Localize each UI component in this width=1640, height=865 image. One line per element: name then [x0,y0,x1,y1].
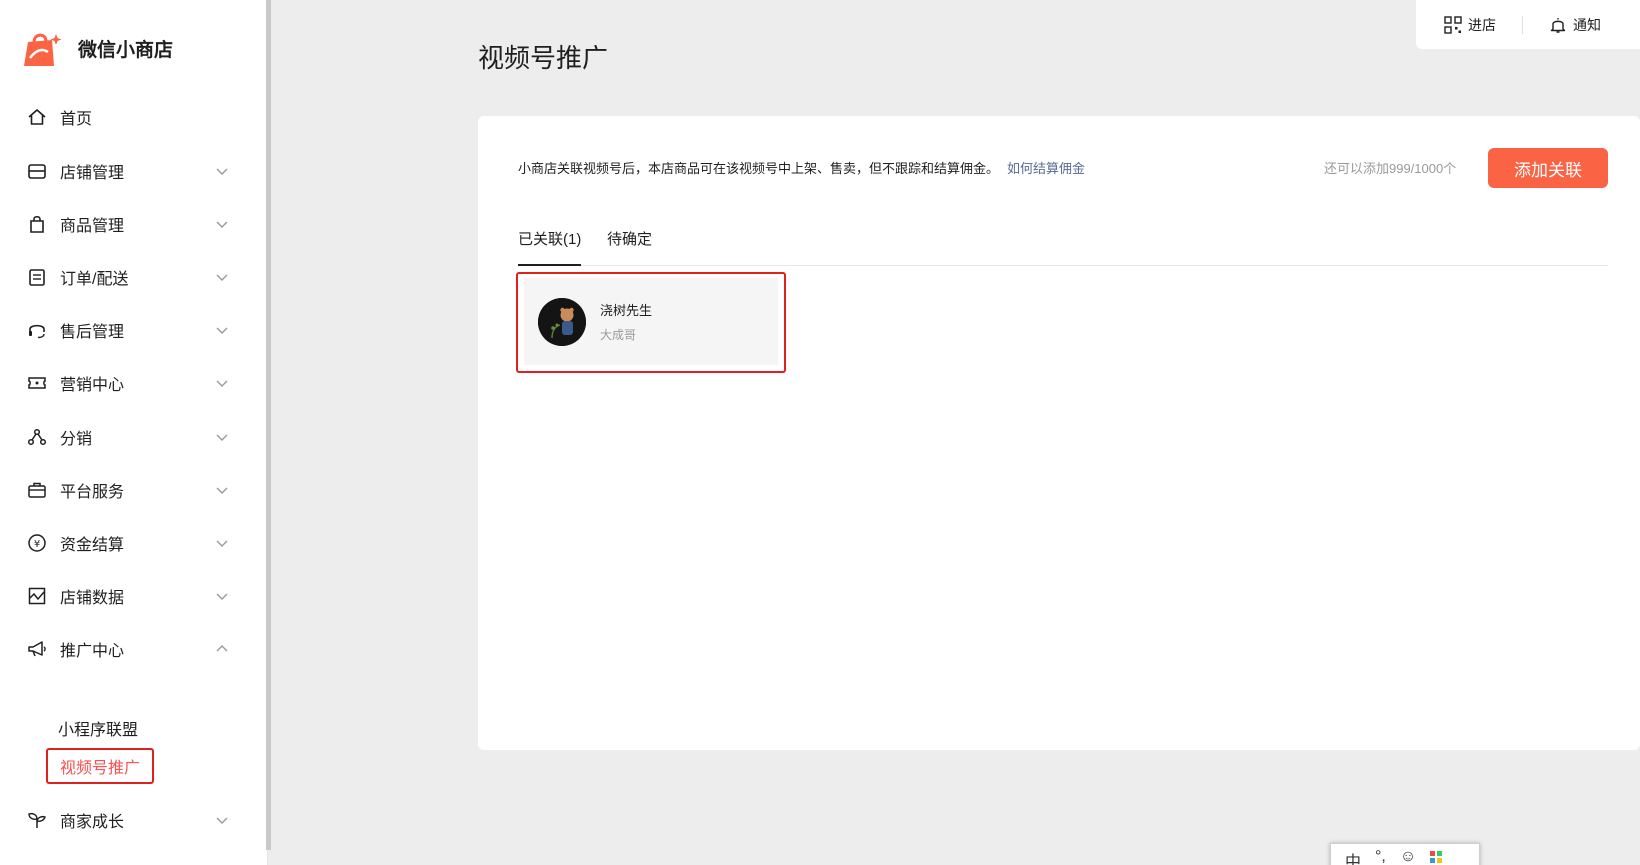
chevron-down-icon [214,163,230,179]
sidebar-item-orders[interactable]: 订单/配送 [0,257,268,297]
notice-text: 小商店关联视频号后，本店商品可在该视频号中上架、售卖，但不跟踪和结算佣金。 如何结… [518,158,1085,177]
bag-icon [26,213,48,235]
sidebar-item-shop-management[interactable]: 店铺管理 [0,151,268,191]
avatar [538,298,586,346]
sidebar-item-product-management[interactable]: 商品管理 [0,204,268,244]
account-name: 浇树先生 [600,303,653,318]
content-card: 小商店关联视频号后，本店商品可在该视频号中上架、售卖，但不跟踪和结算佣金。 如何结… [478,116,1640,750]
sidebar-subitem-channels-promotion[interactable]: 视频号推广 [46,748,155,784]
brand[interactable]: 微信小商店 [22,26,173,70]
chevron-down-icon [214,482,230,498]
sidebar-item-label: 售后管理 [60,324,125,341]
sidebar-item-label: 商品管理 [60,218,125,235]
bell-icon [1549,16,1567,34]
sidebar-item-label: 首页 [60,111,93,128]
sidebar: 微信小商店 首页 店铺管理 商品管理 订单/配送 售后管理 营销中心 分销 平台… [0,0,268,865]
sidebar-item-merchant-growth[interactable]: 商家成长 [0,800,268,840]
topbar-divider [1522,15,1523,34]
sprout-icon [26,809,48,831]
yuan-icon: ¥ [26,532,48,554]
notify-label: 通知 [1573,16,1601,33]
sidebar-item-home[interactable]: 首页 [0,97,268,137]
sidebar-item-label: 店铺管理 [60,165,125,182]
ime-punct-icon[interactable]: °, [1375,848,1386,865]
ime-toolbar[interactable]: 中 °, ☺ [1330,843,1480,865]
sidebar-item-promotion-center[interactable]: 推广中心 [0,629,268,669]
sidebar-scrollbar[interactable] [266,0,271,850]
svg-text:¥: ¥ [34,539,40,550]
sidebar-item-settlement[interactable]: ¥ 资金结算 [0,523,268,563]
chevron-down-icon [214,375,230,391]
ime-grid-icon[interactable] [1430,848,1443,863]
top-toolbar: 进店 通知 [1416,0,1640,49]
ime-mode-toggle[interactable]: 中 [1345,848,1361,865]
chevron-down-icon [214,588,230,604]
shop-icon [26,160,48,182]
add-link-button[interactable]: 添加关联 [1488,148,1608,188]
sidebar-item-label: 商家成长 [60,814,125,831]
enter-shop-label: 进店 [1468,16,1496,33]
account-card-body: 浇树先生 大成哥 [524,278,778,365]
chevron-down-icon [214,429,230,445]
commission-help-link[interactable]: 如何结算佣金 [1007,161,1085,176]
sidebar-item-label: 平台服务 [60,484,125,501]
ticket-icon [26,372,48,394]
enter-shop-button[interactable]: 进店 [1444,15,1496,35]
shop-bag-logo-icon [22,28,62,68]
ime-emoji-icon[interactable]: ☺ [1400,848,1416,865]
chart-icon [26,585,48,607]
sidebar-item-after-sales[interactable]: 售后管理 [0,310,268,350]
sidebar-item-label: 订单/配送 [60,271,129,288]
sidebar-subitem-mini-program-alliance[interactable]: 小程序联盟 [46,710,150,746]
home-icon [26,106,48,128]
sidebar-item-marketing[interactable]: 营销中心 [0,363,268,403]
tab-linked[interactable]: 已关联(1) [518,222,582,266]
notice-message: 小商店关联视频号后，本店商品可在该视频号中上架、售卖，但不跟踪和结算佣金。 [518,161,1000,176]
sidebar-item-label: 资金结算 [60,537,125,554]
order-icon [26,266,48,288]
brand-name: 微信小商店 [78,39,174,61]
sidebar-item-platform-services[interactable]: 平台服务 [0,470,268,510]
briefcase-icon [26,479,48,501]
sidebar-item-label: 推广中心 [60,643,125,660]
linked-account-card[interactable]: 浇树先生 大成哥 [516,272,786,373]
share-icon [26,426,48,448]
sidebar-item-shop-data[interactable]: 店铺数据 [0,576,268,616]
sidebar-item-label: 营销中心 [60,377,125,394]
quota-text: 还可以添加999/1000个 [1324,161,1457,176]
qr-code-icon [1444,15,1462,34]
chevron-down-icon [214,812,230,828]
tab-bar: 已关联(1) 待确定 [518,222,1608,266]
sidebar-item-label: 店铺数据 [60,590,125,607]
notify-button[interactable]: 通知 [1549,15,1601,35]
account-owner: 大成哥 [600,328,637,342]
tab-pending[interactable]: 待确定 [607,222,652,266]
chevron-down-icon [214,322,230,338]
chevron-up-icon [214,641,230,657]
page-title: 视频号推广 [478,43,609,73]
chevron-down-icon [214,269,230,285]
sidebar-item-distribution[interactable]: 分销 [0,417,268,457]
megaphone-icon [26,638,48,660]
chevron-down-icon [214,535,230,551]
sidebar-item-label: 分销 [60,431,93,448]
headset-icon [26,319,48,341]
chevron-down-icon [214,216,230,232]
